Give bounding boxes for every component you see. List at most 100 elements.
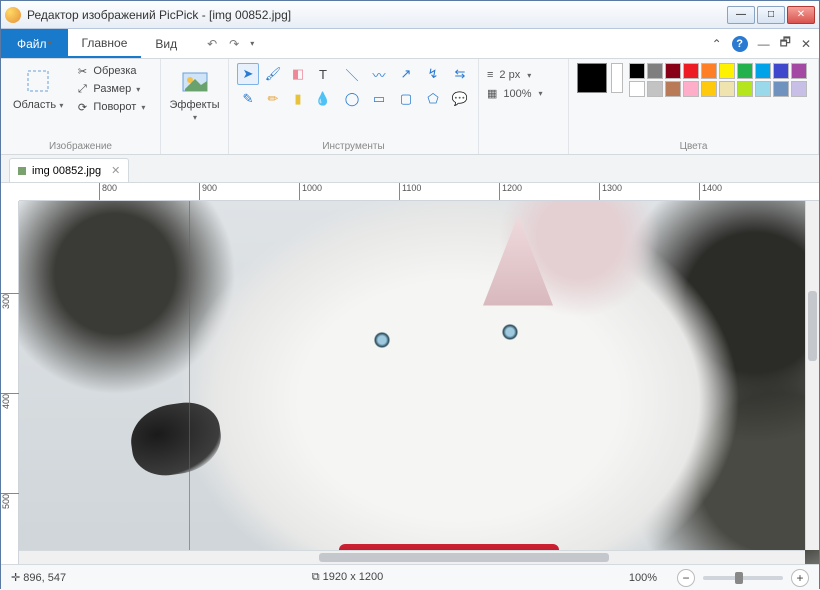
zoom-out-button[interactable]: −	[677, 569, 695, 587]
palette-swatch[interactable]	[647, 81, 663, 97]
maximize-button[interactable]: □	[757, 6, 785, 24]
palette-swatch[interactable]	[683, 81, 699, 97]
polyline-tool[interactable]: ↯	[421, 63, 445, 85]
rotate-icon: ⟳	[75, 100, 89, 114]
redo-button[interactable]: ↷	[227, 35, 241, 53]
vertical-scrollbar[interactable]	[805, 201, 819, 550]
image-dimensions: ⧉ 1920 x 1200	[312, 571, 383, 584]
window-title: Редактор изображений PicPick - [img 0085…	[27, 8, 727, 22]
tab-view[interactable]: Вид	[141, 29, 191, 58]
stroke-lines-icon: ≡	[487, 69, 493, 81]
crop-icon: ✂	[75, 64, 89, 78]
palette-swatch[interactable]	[773, 63, 789, 79]
zoom-in-button[interactable]: +	[791, 569, 809, 587]
canvas[interactable]	[19, 201, 819, 564]
ribbon-options-icon[interactable]: ⌃	[712, 37, 722, 51]
fill-opacity-selector[interactable]: ▦100%▾	[487, 87, 543, 100]
close-button[interactable]: ✕	[787, 6, 815, 24]
file-type-icon	[18, 167, 26, 175]
canvas-viewport[interactable]	[19, 201, 819, 564]
group-tools: ➤ 🖌 ◧ T ✎ ✏ ▮ 💧 ＼ 〰 ↗ ↯ ⇆ ◯ ▭ ▢ ⬠ 💬	[229, 59, 479, 154]
ellipse-tool[interactable]: ◯	[340, 88, 364, 110]
curve-tool[interactable]: 〰	[367, 63, 391, 85]
vertical-ruler[interactable]: 300400500	[1, 201, 19, 564]
crop-button[interactable]: ✂Обрезка	[73, 63, 147, 79]
brush-tool[interactable]: 🖌	[262, 63, 284, 85]
palette-swatch[interactable]	[773, 81, 789, 97]
text-tool[interactable]: T	[312, 63, 334, 85]
highlighter-tool[interactable]: ▮	[287, 88, 309, 110]
pencil-tool[interactable]: ✎	[237, 88, 259, 110]
palette-swatch[interactable]	[737, 63, 753, 79]
palette-swatch[interactable]	[647, 63, 663, 79]
help-icon[interactable]: ?	[732, 36, 748, 52]
palette-swatch[interactable]	[701, 63, 717, 79]
zoom-slider-knob[interactable]	[735, 572, 743, 584]
zoom-level: 100%	[629, 572, 657, 584]
palette-swatch[interactable]	[629, 63, 645, 79]
ruler-tick: 800	[99, 183, 117, 201]
undo-button[interactable]: ↶	[205, 35, 219, 53]
rectangle-tool[interactable]: ▭	[367, 88, 391, 110]
palette-swatch[interactable]	[719, 63, 735, 79]
ruler-tick: 1400	[699, 183, 722, 201]
minimize-button[interactable]: —	[727, 6, 755, 24]
eyedropper-tool[interactable]: 💧	[312, 88, 334, 110]
palette-swatch[interactable]	[791, 81, 807, 97]
palette-swatch[interactable]	[683, 63, 699, 79]
primary-color-swatch[interactable]	[577, 63, 607, 93]
palette-swatch[interactable]	[665, 63, 681, 79]
ruler-guideline[interactable]	[189, 201, 190, 564]
secondary-color-swatch[interactable]	[611, 63, 623, 93]
palette-swatch[interactable]	[755, 63, 771, 79]
arrow-tool[interactable]: ↗	[394, 63, 418, 85]
scrollbar-thumb[interactable]	[808, 291, 817, 361]
selection-icon	[22, 65, 54, 97]
scrollbar-thumb[interactable]	[319, 553, 609, 562]
group-image: Область ▾ ✂Обрезка ⤢Размер▾ ⟳Поворот▾ Из…	[1, 59, 161, 154]
palette-swatch[interactable]	[791, 63, 807, 79]
palette-swatch[interactable]	[755, 81, 771, 97]
stroke-width-selector[interactable]: ≡2 px▾	[487, 69, 543, 81]
horizontal-ruler[interactable]: 80090010001100120013001400	[19, 183, 819, 201]
inner-minimize-button[interactable]: —	[758, 37, 770, 51]
document-tab[interactable]: img 00852.jpg ✕	[9, 158, 129, 182]
marker-tool[interactable]: ✏	[262, 88, 284, 110]
tab-main[interactable]: Главное	[68, 29, 142, 58]
ruler-tick: 900	[199, 183, 217, 201]
select-area-button[interactable]: Область ▾	[9, 63, 67, 113]
effects-button[interactable]: Эффекты ▾	[166, 63, 224, 125]
shape-tools: ＼ 〰 ↗ ↯ ⇆ ◯ ▭ ▢ ⬠ 💬	[340, 63, 472, 110]
inner-restore-button[interactable]: 🗗	[780, 33, 791, 54]
callout-tool[interactable]: 💬	[448, 88, 472, 110]
polygon-tool[interactable]: ⬠	[421, 88, 445, 110]
palette-swatch[interactable]	[737, 81, 753, 97]
eraser-tool[interactable]: ◧	[287, 63, 309, 85]
palette-swatch[interactable]	[629, 81, 645, 97]
effects-icon	[179, 65, 211, 97]
palette-swatch[interactable]	[701, 81, 717, 97]
pointer-tool[interactable]: ➤	[237, 63, 259, 85]
group-colors-label: Цвета	[577, 139, 810, 152]
close-tab-icon[interactable]: ✕	[111, 164, 120, 177]
double-arrow-tool[interactable]: ⇆	[448, 63, 472, 85]
ribbon: Область ▾ ✂Обрезка ⤢Размер▾ ⟳Поворот▾ Из…	[1, 59, 819, 155]
resize-icon: ⤢	[75, 82, 89, 96]
zoom-slider[interactable]	[703, 576, 783, 580]
file-menu[interactable]: Файл ▾	[1, 29, 68, 58]
palette-swatch[interactable]	[719, 81, 735, 97]
resize-button[interactable]: ⤢Размер▾	[73, 81, 147, 97]
rotate-button[interactable]: ⟳Поворот▾	[73, 99, 147, 115]
rounded-rect-tool[interactable]: ▢	[394, 88, 418, 110]
document-tabs: img 00852.jpg ✕	[1, 155, 819, 183]
inner-close-button[interactable]: ✕	[801, 37, 811, 51]
ruler-tick: 300	[1, 293, 19, 313]
horizontal-scrollbar[interactable]	[19, 550, 805, 564]
app-icon	[5, 7, 21, 23]
line-tool[interactable]: ＼	[340, 63, 364, 85]
drawing-tools: ➤ 🖌 ◧ T ✎ ✏ ▮ 💧	[237, 63, 334, 110]
ruler-tick: 500	[1, 493, 19, 513]
palette-swatch[interactable]	[665, 81, 681, 97]
fill-icon: ▦	[487, 87, 497, 100]
ruler-tick: 1000	[299, 183, 322, 201]
